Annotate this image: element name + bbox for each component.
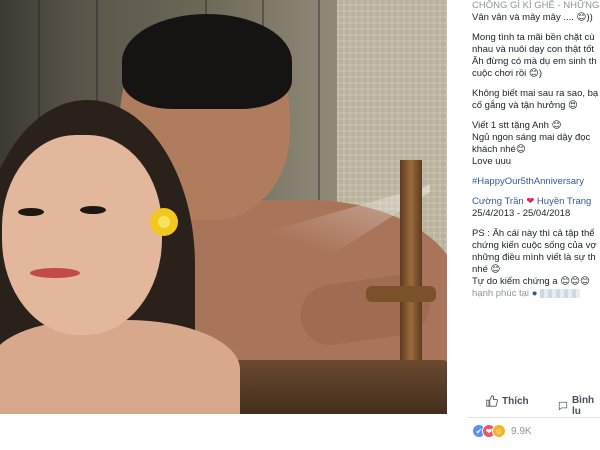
caption-line: Không biết mai sau ra sao, bạ — [472, 88, 599, 99]
like-label: Thích — [502, 395, 529, 407]
caption-line: Viết 1 stt tặng Anh 😊 — [472, 120, 562, 131]
woman-eye — [80, 206, 106, 214]
caption-line: Vân vân và mây mây .... 😊)) — [472, 12, 593, 23]
comment-icon — [558, 401, 568, 411]
caption-title: CHỒNG GÌ KÌ GHÊ - NHỮNG — [472, 0, 600, 11]
caption-line: Ăh đừng có mà dụ em sinh th — [472, 56, 597, 67]
blurred-location — [540, 288, 581, 298]
post-caption: CHỒNG GÌ KÌ GHÊ - NHỮNG Vân vân và mây m… — [472, 0, 600, 415]
caption-line: cuộc chơi rồi 😊) — [472, 68, 542, 79]
caption-line: những điều mình viết là sự th — [472, 252, 596, 263]
location-pin-icon: ● — [531, 288, 538, 299]
yellow-flower — [150, 208, 178, 236]
caption-line: Tự do kiểm chứng a 😊😊😊 — [472, 276, 590, 287]
caption-line: chứng kiến cuộc sống của vợ — [472, 240, 597, 251]
anniversary-dates: 25/4/2013 - 25/04/2018 — [472, 208, 571, 219]
hashtag-link[interactable]: #HappyOur5thAnniversary — [472, 176, 600, 188]
caption-line: nhé 😊 — [472, 264, 501, 275]
caption-line: Love uuu — [472, 156, 512, 167]
heart-icon: ❤ — [526, 196, 535, 207]
haha-icon: ☺ — [492, 424, 506, 438]
caption-line: PS : Ăh cái này thì cả tập thể — [472, 228, 595, 239]
reaction-count[interactable]: 9.9K — [511, 426, 532, 437]
caption-line: Ngủ ngon sáng mai dậy đọc — [472, 132, 591, 143]
thumbs-up-icon — [486, 395, 498, 407]
location-line: hạnh phúc tại ● — [472, 288, 600, 300]
tagged-user-cuong[interactable]: Cường Trần — [472, 196, 524, 207]
woman-lips — [30, 268, 80, 278]
comment-label: Bình lu — [571, 395, 595, 417]
like-button[interactable]: Thích — [486, 395, 529, 407]
woman-shoulder — [0, 320, 240, 414]
caption-line: khách nhé😊 — [472, 144, 526, 155]
caption-line: cố gắng và tận hưởng 😍 — [472, 100, 578, 111]
post-photo[interactable] — [0, 0, 447, 414]
location-prefix: hạnh phúc tại — [472, 288, 530, 299]
couple-names: Cường Trần ❤ Huyền Trang — [472, 196, 600, 208]
comment-button[interactable]: Bình lu — [558, 395, 600, 417]
reaction-summary[interactable]: ✔ ❤ ☺ 9.9K — [472, 424, 532, 438]
divider — [467, 417, 600, 418]
post-action-bar: Thích Bình lu — [472, 392, 600, 417]
woman-eye — [18, 208, 44, 216]
woman-face — [2, 135, 162, 335]
tagged-user-huyen[interactable]: Huyền Trang — [537, 196, 591, 207]
shower-tap — [366, 286, 436, 302]
caption-line: Mong tình ta mãi bền chặt cù — [472, 32, 595, 43]
caption-line: nhau và nuôi dạy con thật tốt — [472, 44, 595, 55]
man-hair — [122, 14, 292, 109]
